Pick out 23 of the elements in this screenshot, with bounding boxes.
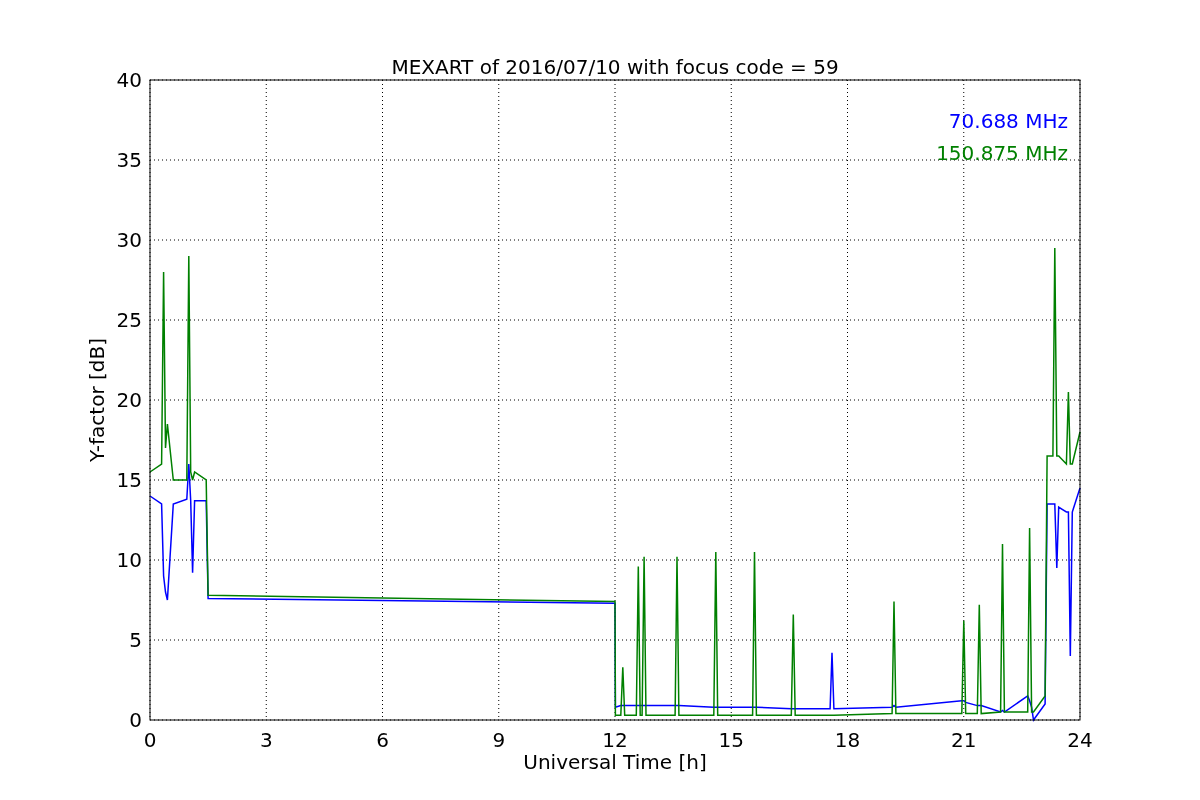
tick-label: 25 <box>116 308 142 332</box>
legend-label: 70.688 MHz <box>948 109 1068 133</box>
tick-label: 0 <box>143 728 157 752</box>
y-axis-label: Y-factor [dB] <box>85 338 109 462</box>
tick-label: 12 <box>602 728 628 752</box>
tick-label: 15 <box>718 728 744 752</box>
x-axis-label: Universal Time [h] <box>523 750 707 774</box>
tick-label: 35 <box>116 148 142 172</box>
legend-label: 150.875 MHz <box>936 141 1068 165</box>
tick-label: 0 <box>129 708 142 732</box>
tick-label: 20 <box>116 388 142 412</box>
chart-title: MEXART of 2016/07/10 with focus code = 59 <box>391 55 839 79</box>
tick-label: 15 <box>116 468 142 492</box>
tick-label: 10 <box>116 548 142 572</box>
tick-label: 6 <box>376 728 389 752</box>
tick-label: 18 <box>834 728 861 752</box>
tick-label: 40 <box>116 68 142 92</box>
tick-label: 9 <box>492 728 506 752</box>
tick-label: 30 <box>116 228 142 252</box>
tick-label: 5 <box>129 628 142 652</box>
tick-label: 21 <box>951 728 977 752</box>
tick-label: 3 <box>259 728 273 752</box>
tick-label: 24 <box>1067 728 1093 752</box>
